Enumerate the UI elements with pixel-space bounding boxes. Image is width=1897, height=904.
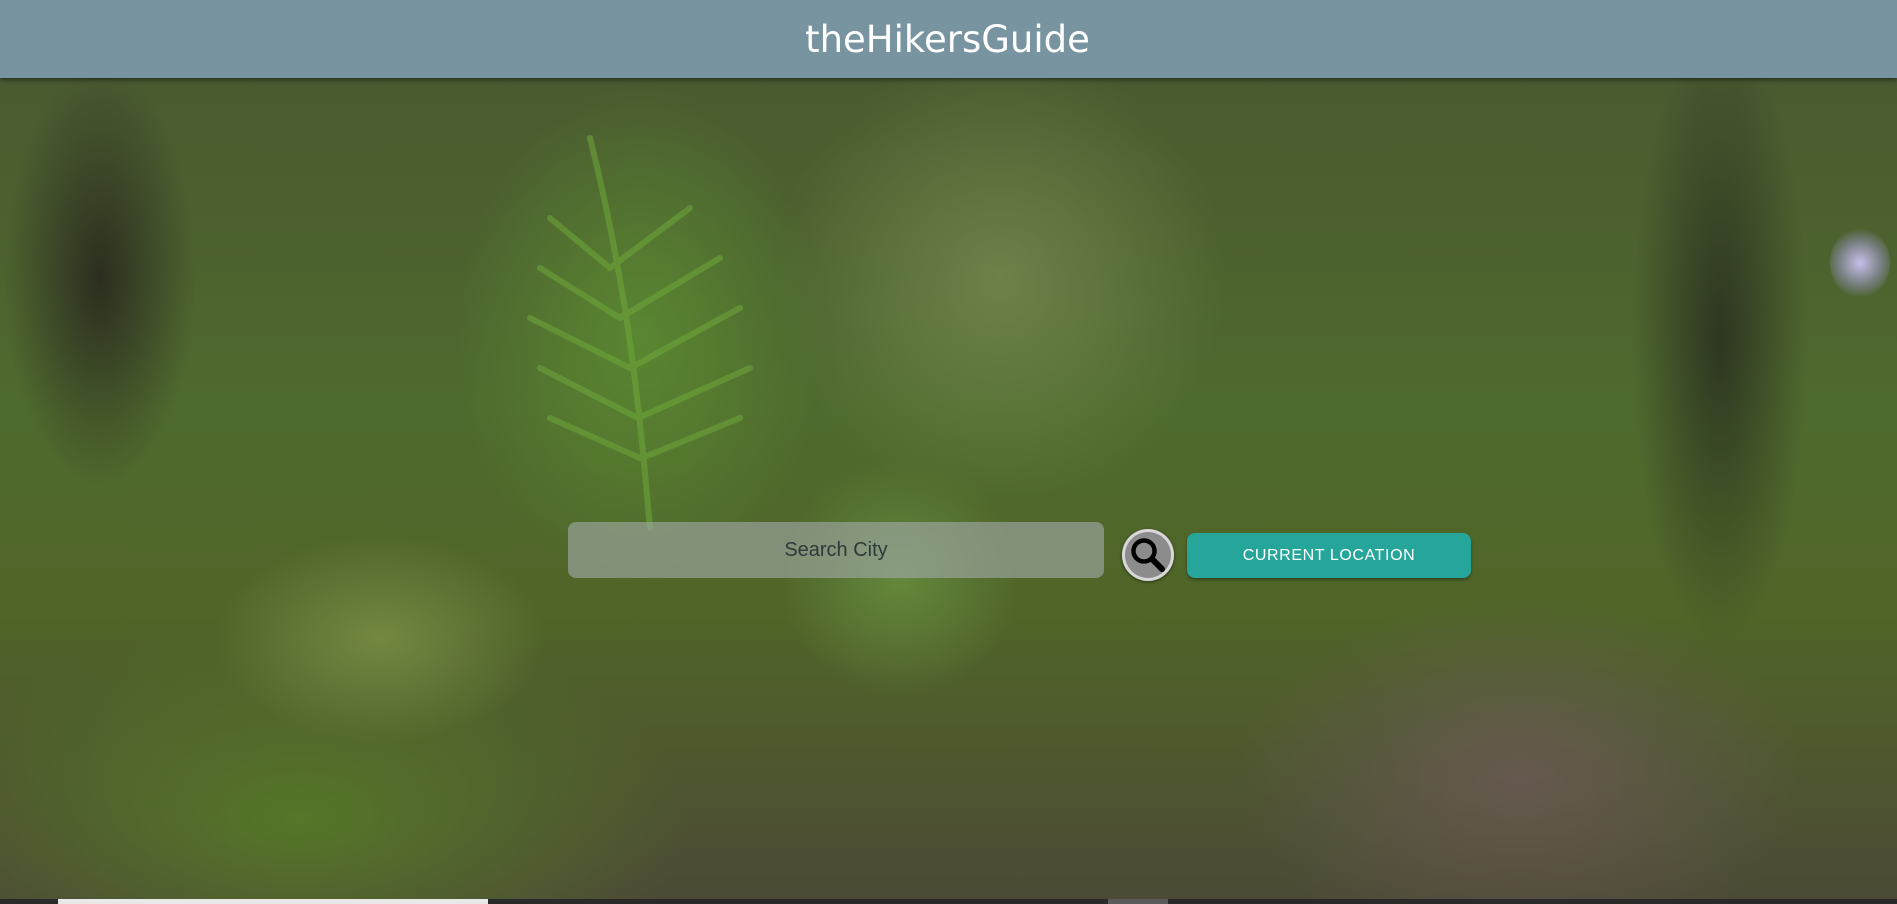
site-header: theHikersGuide — [0, 0, 1897, 78]
search-button[interactable] — [1122, 529, 1174, 581]
current-location-button[interactable]: CURRENT LOCATION — [1187, 533, 1471, 578]
horizontal-scrollbar[interactable] — [0, 899, 1897, 904]
scrollbar-thumb[interactable] — [58, 899, 488, 904]
search-city-input[interactable] — [568, 522, 1104, 578]
search-icon — [1131, 538, 1165, 572]
site-title: theHikersGuide — [805, 17, 1090, 61]
scrollbar-marker — [1108, 899, 1168, 904]
search-area: CURRENT LOCATION — [0, 0, 1897, 904]
page: theHikersGuide CURRENT LOCATION — [0, 0, 1897, 904]
